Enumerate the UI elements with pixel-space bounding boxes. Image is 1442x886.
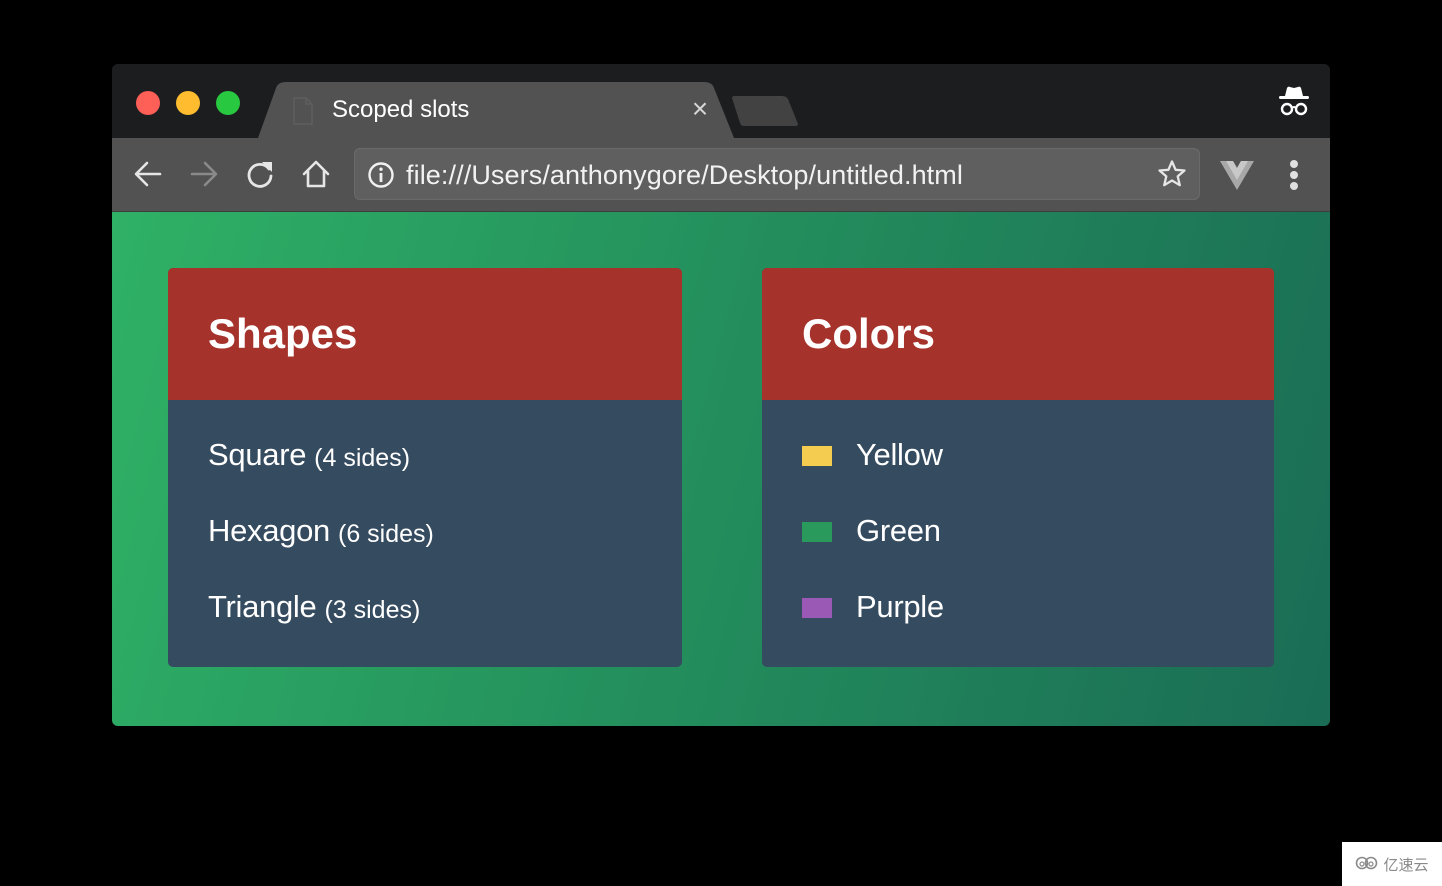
reload-icon[interactable]	[244, 158, 276, 190]
colors-list: Yellow Green Purple	[762, 400, 1274, 664]
tab-scoped-slots[interactable]: Scoped slots ×	[258, 82, 738, 138]
list-item: Yellow	[762, 436, 1274, 512]
page-viewport: Shapes Square (4 sides) Hexagon (6 sides…	[112, 212, 1330, 726]
list-item: Square (4 sides)	[168, 436, 682, 512]
incognito-icon	[1276, 84, 1312, 125]
list-item: Triangle (3 sides)	[168, 588, 682, 664]
info-icon[interactable]	[367, 161, 395, 194]
menu-dot	[1290, 182, 1298, 190]
cloud-logo-icon	[1355, 854, 1379, 875]
list-item: Purple	[762, 588, 1274, 664]
menu-dot	[1290, 160, 1298, 168]
list-item: Hexagon (6 sides)	[168, 512, 682, 588]
color-swatch	[802, 522, 832, 542]
shape-name: Triangle	[208, 589, 317, 624]
color-name: Purple	[856, 589, 944, 624]
tab-close-icon[interactable]: ×	[686, 94, 714, 124]
card-title: Colors	[802, 310, 936, 357]
url-text[interactable]: file:///Users/anthonygore/Desktop/untitl…	[406, 158, 963, 192]
arrow-left-icon[interactable]	[132, 158, 164, 190]
watermark: 亿速云	[1342, 842, 1442, 886]
address-bar[interactable]: file:///Users/anthonygore/Desktop/untitl…	[354, 148, 1200, 200]
tab-title: Scoped slots	[332, 96, 470, 123]
shape-name: Hexagon	[208, 513, 330, 548]
card-header: Shapes	[168, 268, 682, 400]
shape-name: Square	[208, 437, 307, 472]
shapes-card: Shapes Square (4 sides) Hexagon (6 sides…	[168, 268, 682, 667]
color-name: Green	[856, 513, 941, 548]
minimize-window-button[interactable]	[176, 91, 200, 115]
list-item: Green	[762, 512, 1274, 588]
shape-sides: (3 sides)	[324, 596, 421, 624]
vue-devtools-icon[interactable]	[1220, 160, 1254, 195]
browser-toolbar: file:///Users/anthonygore/Desktop/untitl…	[112, 138, 1330, 212]
shapes-list: Square (4 sides) Hexagon (6 sides) Trian…	[168, 400, 682, 664]
new-tab-button[interactable]	[732, 96, 798, 131]
card-header: Colors	[762, 268, 1274, 400]
title-bar: Scoped slots ×	[112, 64, 1330, 138]
color-name: Yellow	[856, 437, 943, 472]
shape-sides: (4 sides)	[314, 444, 411, 472]
menu-dot	[1290, 171, 1298, 179]
tab-shape	[258, 82, 734, 138]
more-vertical-icon[interactable]	[1282, 158, 1306, 192]
home-icon[interactable]	[300, 158, 332, 190]
watermark-text: 亿速云	[1383, 856, 1429, 874]
card-title: Shapes	[208, 310, 358, 357]
color-swatch	[802, 598, 832, 618]
maximize-window-button[interactable]	[216, 91, 240, 115]
star-icon[interactable]	[1157, 159, 1187, 194]
file-icon	[292, 97, 314, 130]
colors-card: Colors Yellow Green Purple	[762, 268, 1274, 667]
arrow-right-icon[interactable]	[188, 158, 220, 190]
browser-window: Scoped slots × file:///Users/anthonygore…	[112, 64, 1330, 726]
close-window-button[interactable]	[136, 91, 160, 115]
color-swatch	[802, 446, 832, 466]
shape-sides: (6 sides)	[338, 520, 434, 548]
